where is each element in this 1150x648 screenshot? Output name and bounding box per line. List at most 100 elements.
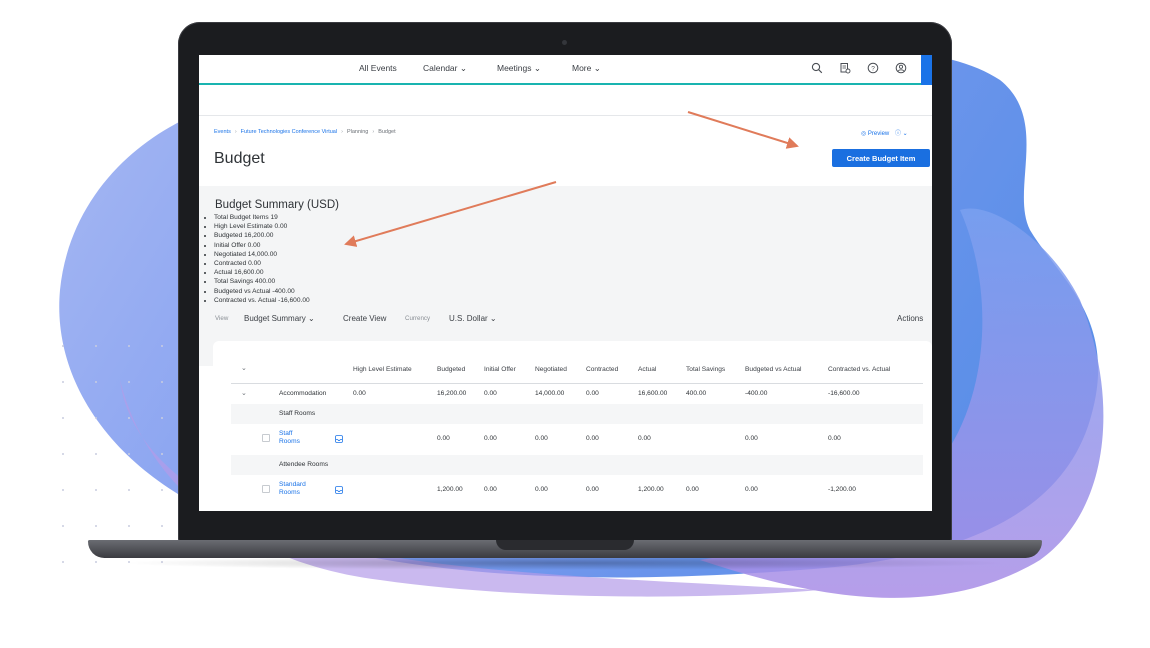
breadcrumb-planning[interactable]: Planning — [347, 129, 368, 135]
nav-all-events[interactable]: All Events — [359, 63, 397, 73]
app-screen: All Events Calendar ⌄ Meetings ⌄ More ⌄ … — [199, 55, 932, 511]
summary-item: Actual 16,600.00 — [214, 268, 310, 277]
inbox-icon[interactable] — [335, 435, 343, 443]
row-label: Accommodation — [279, 390, 327, 397]
chevron-down-icon: ⌄ — [533, 63, 541, 73]
grid-dot — [161, 381, 163, 383]
breadcrumb-separator: › — [341, 129, 343, 135]
collapse-all-chevron-icon[interactable]: ⌄ — [241, 364, 247, 372]
col-header[interactable]: Negotiated — [535, 366, 567, 373]
summary-item: High Level Estimate 0.00 — [214, 222, 310, 231]
row-checkbox[interactable] — [262, 434, 270, 442]
summary-item: Total Savings 400.00 — [214, 277, 310, 286]
summary-title: Budget Summary (USD) — [215, 199, 339, 211]
col-header[interactable]: Budgeted vs Actual — [745, 366, 801, 373]
table-cell: 0.00 — [638, 435, 651, 442]
group-label: Staff Rooms — [279, 410, 316, 417]
table-cell: 0.00 — [586, 486, 599, 493]
col-header[interactable]: High Level Estimate — [353, 366, 412, 373]
nav-more-label: More — [572, 63, 592, 73]
nav-calendar[interactable]: Calendar ⌄ — [423, 63, 467, 74]
grid-dot — [95, 561, 97, 563]
expand-chevron-icon[interactable]: ⌄ — [241, 389, 247, 397]
breadcrumb: Events › Future Technologies Conference Vi… — [214, 129, 396, 135]
table-cell: 0.00 — [437, 435, 450, 442]
col-header[interactable]: Total Savings — [686, 366, 725, 373]
preview-link[interactable]: ◎ Preview ⓘ ⌄ — [861, 128, 908, 137]
view-toolbar: View Budget Summary ⌄ Create View Curren… — [199, 310, 932, 328]
chevron-down-icon[interactable]: ⌄ — [903, 131, 908, 137]
grid-dot — [161, 417, 163, 419]
grid-dot — [62, 381, 64, 383]
grid-dot — [161, 453, 163, 455]
grid-dot — [95, 381, 97, 383]
grid-dot — [95, 453, 97, 455]
budget-item-link[interactable]: Standard Rooms — [279, 481, 309, 497]
currency-select[interactable]: U.S. Dollar ⌄ — [449, 314, 497, 323]
table-cell: 400.00 — [686, 390, 707, 397]
table-cell: 1,200.00 — [437, 486, 463, 493]
col-header[interactable]: Actual — [638, 366, 656, 373]
page-title: Budget — [214, 150, 265, 167]
view-select-value: Budget Summary — [244, 314, 306, 323]
svg-text:?: ? — [871, 65, 875, 72]
laptop-shadow — [120, 556, 1010, 570]
grid-dot — [161, 345, 163, 347]
chevron-down-icon: ⌄ — [593, 63, 601, 73]
grid-dot — [161, 525, 163, 527]
table-row[interactable]: ⌄ Accommodation 0.00 16,200.00 0.00 14,0… — [231, 384, 923, 404]
create-budget-item-button[interactable]: Create Budget Item — [832, 149, 930, 167]
search-icon[interactable] — [811, 62, 823, 74]
report-icon[interactable] — [839, 62, 851, 74]
table-cell: 0.00 — [484, 390, 497, 397]
breadcrumb-budget: Budget — [378, 129, 396, 135]
table-row[interactable]: Staff Rooms 0.00 0.00 0.00 0.00 0.00 0.0… — [231, 424, 923, 455]
info-icon[interactable]: ⓘ — [895, 131, 901, 137]
grid-dot — [128, 417, 130, 419]
create-view-link[interactable]: Create View — [343, 314, 386, 323]
table-cell: 16,600.00 — [638, 390, 668, 397]
nav-meetings[interactable]: Meetings ⌄ — [497, 63, 541, 74]
budget-item-link[interactable]: Staff Rooms — [279, 430, 309, 446]
row-checkbox[interactable] — [262, 485, 270, 493]
currency-label: Currency — [405, 315, 431, 322]
table-cell: -400.00 — [745, 390, 768, 397]
grid-dot — [128, 453, 130, 455]
view-label: View — [215, 315, 229, 322]
table-cell: 0.00 — [745, 435, 758, 442]
col-header[interactable]: Budgeted — [437, 366, 465, 373]
actions-menu[interactable]: Actions — [897, 314, 923, 323]
grid-dot — [95, 345, 97, 347]
sub-header — [199, 85, 932, 116]
breadcrumb-separator: › — [234, 129, 237, 135]
help-icon[interactable]: ? — [867, 62, 879, 74]
breadcrumb-separator: › — [372, 129, 375, 135]
grid-dot — [95, 417, 97, 419]
breadcrumb-events[interactable]: Events — [214, 129, 231, 135]
group-label: Attendee Rooms — [279, 461, 329, 468]
chevron-down-icon: ⌄ — [459, 63, 467, 73]
nav-more[interactable]: More ⌄ — [572, 63, 601, 74]
table-cell: 0.00 — [586, 435, 599, 442]
summary-item: Negotiated 14,000.00 — [214, 250, 310, 259]
table-cell: 0.00 — [535, 486, 548, 493]
grid-dot — [128, 525, 130, 527]
inbox-icon[interactable] — [335, 486, 343, 494]
preview-label: Preview — [867, 131, 890, 137]
chevron-down-icon: ⌄ — [308, 314, 315, 323]
table-cell: 0.00 — [484, 435, 497, 442]
user-profile-icon[interactable] — [895, 62, 907, 74]
table-cell: 14,000.00 — [535, 390, 565, 397]
col-header[interactable]: Contracted vs. Actual — [828, 366, 890, 373]
table-cell: 1,200.00 — [638, 486, 664, 493]
table-row[interactable]: Standard Rooms 1,200.00 0.00 0.00 0.00 1… — [231, 475, 923, 506]
side-accent-bar — [921, 55, 932, 85]
col-header[interactable]: Initial Offer — [484, 366, 516, 373]
grid-dot — [62, 345, 64, 347]
breadcrumb-event[interactable]: Future Technologies Conference Virtual — [241, 129, 337, 135]
summary-list: Total Budget Items 19 High Level Estimat… — [205, 213, 310, 305]
summary-item: Budgeted 16,200.00 — [214, 231, 310, 240]
summary-item: Budgeted vs Actual -400.00 — [214, 287, 310, 296]
view-select[interactable]: Budget Summary ⌄ — [244, 314, 315, 323]
col-header[interactable]: Contracted — [586, 366, 618, 373]
